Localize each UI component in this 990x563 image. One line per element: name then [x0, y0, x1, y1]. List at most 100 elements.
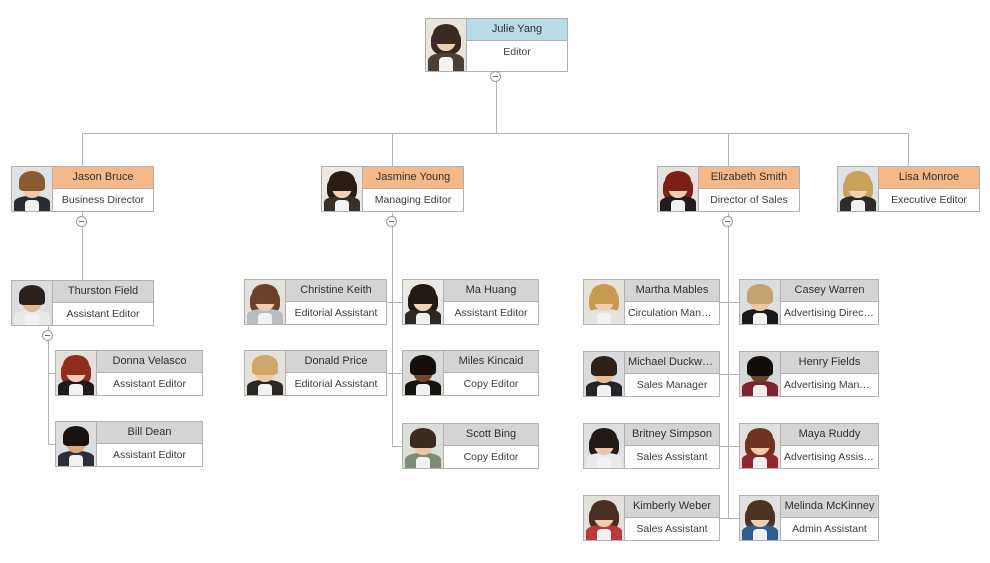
node-body: Thurston Field Assistant Editor: [53, 281, 153, 325]
avatar: [740, 352, 781, 396]
org-node-jasmine[interactable]: Jasmine Young Managing Editor: [321, 166, 464, 212]
avatar: [12, 281, 53, 325]
node-name: Melinda McKinney: [781, 496, 878, 518]
org-node-donald[interactable]: Donald Price Editorial Assistant: [244, 350, 387, 396]
node-body: Julie Yang Editor: [467, 19, 567, 71]
node-name: Ma Huang: [444, 280, 538, 302]
node-body: Martha Mables Circulation Manager: [625, 280, 719, 324]
node-name: Bill Dean: [97, 422, 202, 444]
node-title: Executive Editor: [879, 189, 979, 211]
org-node-casey[interactable]: Casey Warren Advertising Director: [739, 279, 879, 325]
collapse-toggle-icon-elizabeth[interactable]: [722, 216, 733, 227]
node-name: Jason Bruce: [53, 167, 153, 189]
avatar: [426, 19, 467, 71]
org-node-michael[interactable]: Michael Duckworth Sales Manager: [583, 351, 720, 397]
node-name: Maya Ruddy: [781, 424, 878, 446]
org-node-maya[interactable]: Maya Ruddy Advertising Assistant: [739, 423, 879, 469]
collapse-toggle-icon-jason[interactable]: [76, 216, 87, 227]
avatar: [56, 351, 97, 395]
avatar: [658, 167, 699, 211]
avatar: [584, 424, 625, 468]
collapse-toggle-icon-jasmine[interactable]: [386, 216, 397, 227]
node-title: Assistant Editor: [97, 373, 202, 395]
avatar: [740, 280, 781, 324]
org-node-jason[interactable]: Jason Bruce Business Director: [11, 166, 154, 212]
node-body: Donald Price Editorial Assistant: [286, 351, 386, 395]
node-name: Donald Price: [286, 351, 386, 373]
node-title: Copy Editor: [444, 373, 538, 395]
avatar: [245, 280, 286, 324]
org-node-kimberly[interactable]: Kimberly Weber Sales Assistant: [583, 495, 720, 541]
collapse-toggle-icon-thurston[interactable]: [42, 330, 53, 341]
org-node-christine[interactable]: Christine Keith Editorial Assistant: [244, 279, 387, 325]
node-title: Business Director: [53, 189, 153, 211]
node-body: Donna Velasco Assistant Editor: [97, 351, 202, 395]
org-node-lisa[interactable]: Lisa Monroe Executive Editor: [837, 166, 980, 212]
node-body: Maya Ruddy Advertising Assistant: [781, 424, 878, 468]
node-body: Kimberly Weber Sales Assistant: [625, 496, 719, 540]
node-body: Christine Keith Editorial Assistant: [286, 280, 386, 324]
org-node-bill[interactable]: Bill Dean Assistant Editor: [55, 421, 203, 467]
node-title: Admin Assistant: [781, 518, 878, 540]
node-body: Jasmine Young Managing Editor: [363, 167, 463, 211]
node-name: Michael Duckworth: [625, 352, 719, 374]
avatar: [322, 167, 363, 211]
avatar: [56, 422, 97, 466]
node-title: Assistant Editor: [444, 302, 538, 324]
org-chart-canvas: Julie Yang Editor Jason Bruce Business Dire…: [0, 0, 990, 563]
node-body: Lisa Monroe Executive Editor: [879, 167, 979, 211]
node-title: Sales Assistant: [625, 518, 719, 540]
avatar: [403, 424, 444, 468]
node-name: Jasmine Young: [363, 167, 463, 189]
node-name: Julie Yang: [467, 19, 567, 41]
node-name: Casey Warren: [781, 280, 878, 302]
node-title: Copy Editor: [444, 446, 538, 468]
node-title: Editorial Assistant: [286, 302, 386, 324]
node-body: Jason Bruce Business Director: [53, 167, 153, 211]
org-node-henry[interactable]: Henry Fields Advertising Manager: [739, 351, 879, 397]
node-title: Advertising Assistant: [781, 446, 878, 468]
node-body: Bill Dean Assistant Editor: [97, 422, 202, 466]
org-node-melinda[interactable]: Melinda McKinney Admin Assistant: [739, 495, 879, 541]
avatar: [584, 496, 625, 540]
collapse-toggle-icon-julie[interactable]: [490, 71, 501, 82]
node-title: Editor: [467, 41, 567, 71]
node-name: Thurston Field: [53, 281, 153, 303]
node-title: Assistant Editor: [53, 303, 153, 325]
node-body: Scott Bing Copy Editor: [444, 424, 538, 468]
avatar: [403, 280, 444, 324]
node-body: Melinda McKinney Admin Assistant: [781, 496, 878, 540]
node-name: Scott Bing: [444, 424, 538, 446]
node-title: Director of Sales: [699, 189, 799, 211]
org-node-mahuang[interactable]: Ma Huang Assistant Editor: [402, 279, 539, 325]
org-node-martha[interactable]: Martha Mables Circulation Manager: [583, 279, 720, 325]
node-title: Advertising Manager: [781, 374, 878, 396]
org-node-scott[interactable]: Scott Bing Copy Editor: [402, 423, 539, 469]
node-title: Sales Manager: [625, 374, 719, 396]
node-body: Michael Duckworth Sales Manager: [625, 352, 719, 396]
node-body: Britney Simpson Sales Assistant: [625, 424, 719, 468]
avatar: [740, 496, 781, 540]
avatar: [838, 167, 879, 211]
node-title: Sales Assistant: [625, 446, 719, 468]
org-node-elizabeth[interactable]: Elizabeth Smith Director of Sales: [657, 166, 800, 212]
node-name: Miles Kincaid: [444, 351, 538, 373]
node-name: Donna Velasco: [97, 351, 202, 373]
node-name: Lisa Monroe: [879, 167, 979, 189]
node-title: Managing Editor: [363, 189, 463, 211]
org-node-thurston[interactable]: Thurston Field Assistant Editor: [11, 280, 154, 326]
org-node-britney[interactable]: Britney Simpson Sales Assistant: [583, 423, 720, 469]
node-title: Advertising Director: [781, 302, 878, 324]
node-name: Martha Mables: [625, 280, 719, 302]
org-node-donna[interactable]: Donna Velasco Assistant Editor: [55, 350, 203, 396]
org-node-miles[interactable]: Miles Kincaid Copy Editor: [402, 350, 539, 396]
node-title: Circulation Manager: [625, 302, 719, 324]
avatar: [403, 351, 444, 395]
node-name: Britney Simpson: [625, 424, 719, 446]
node-body: Casey Warren Advertising Director: [781, 280, 878, 324]
node-body: Elizabeth Smith Director of Sales: [699, 167, 799, 211]
org-node-julie[interactable]: Julie Yang Editor: [425, 18, 568, 72]
avatar: [740, 424, 781, 468]
node-title: Assistant Editor: [97, 444, 202, 466]
node-body: Miles Kincaid Copy Editor: [444, 351, 538, 395]
